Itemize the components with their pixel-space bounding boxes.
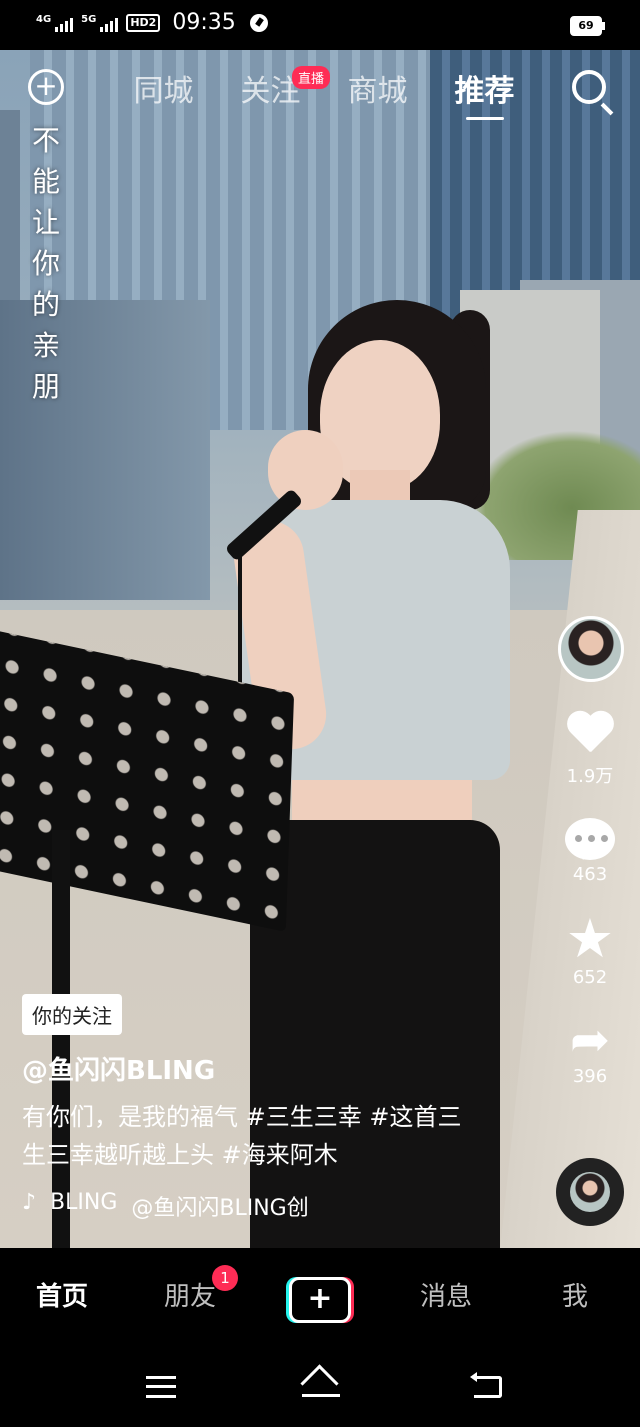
search-icon[interactable] [572, 70, 606, 104]
music-title: BLING [50, 1190, 118, 1215]
following-tag: 你的关注 [22, 994, 122, 1035]
nav-home[interactable]: 首页 [36, 1276, 88, 1313]
home-icon[interactable] [302, 1372, 340, 1400]
tab-mall[interactable]: 商城 [324, 66, 431, 120]
music-marquee[interactable]: ♪ BLING @鱼闪闪BLING创 [22, 1190, 342, 1222]
status-bar: 4G 5G HD2 09:35 69 [0, 0, 640, 50]
share-button[interactable]: ➦ 396 [556, 1012, 624, 1087]
signal-2-icon: 5G [81, 13, 119, 32]
music-stand-pole [52, 830, 70, 1248]
video-description[interactable]: 有你们，是我的福气 #三生三幸 #这首三生三幸越听越上头 #海来阿木 [22, 1098, 462, 1174]
status-left: 4G 5G HD2 09:35 [36, 10, 268, 35]
signal-1-icon: 4G [36, 13, 74, 32]
nav-friends[interactable]: 朋友 [164, 1276, 216, 1313]
star-icon: ★ [565, 907, 615, 970]
friends-badge: 1 [212, 1265, 238, 1291]
share-count: 396 [572, 1066, 608, 1087]
comment-button[interactable]: 463 [556, 818, 624, 885]
share-icon: ➦ [569, 1012, 611, 1068]
music-author: @鱼闪闪BLING创 [131, 1196, 309, 1221]
author-avatar[interactable] [558, 616, 624, 682]
favorite-count: 652 [572, 967, 608, 988]
back-icon[interactable] [470, 1372, 502, 1398]
lyric-text: 不能让你的亲朋 [31, 124, 60, 403]
network-type-1: 4G [36, 13, 52, 25]
music-note-icon: ♪ [22, 1190, 37, 1215]
nav-me[interactable]: 我 [562, 1276, 588, 1313]
author-name[interactable]: @鱼闪闪BLING [22, 1050, 215, 1087]
menu-icon[interactable] [146, 1376, 176, 1398]
like-button[interactable]: 1.9万 [556, 712, 624, 788]
heart-icon [565, 712, 615, 758]
location-icon [249, 13, 268, 32]
tab-recommend[interactable]: 推荐 [431, 66, 538, 120]
create-button[interactable]: + [286, 1277, 354, 1323]
system-nav [0, 1358, 640, 1427]
tab-local[interactable]: 同城 [110, 66, 217, 120]
comment-icon [565, 818, 615, 860]
hd-voice-icon: HD2 [126, 13, 161, 32]
clock: 09:35 [172, 10, 236, 35]
singer-pants [250, 820, 500, 1248]
plus-icon: + [289, 1277, 351, 1323]
nav-messages[interactable]: 消息 [420, 1276, 472, 1313]
live-badge[interactable]: 直播 [292, 66, 331, 89]
favorite-button[interactable]: ★ 652 [556, 907, 624, 989]
music-disc-icon[interactable] [556, 1158, 624, 1226]
battery-icon: 69 [570, 16, 605, 36]
music-disc-cover [570, 1172, 610, 1212]
network-type-2: 5G [81, 13, 97, 25]
bottom-nav: 首页 朋友 1 + 消息 我 [0, 1248, 640, 1358]
like-count: 1.9万 [566, 766, 614, 787]
action-rail: 1.9万 463 ★ 652 ➦ 396 [556, 616, 624, 1087]
add-circle-icon[interactable]: + [28, 69, 64, 105]
